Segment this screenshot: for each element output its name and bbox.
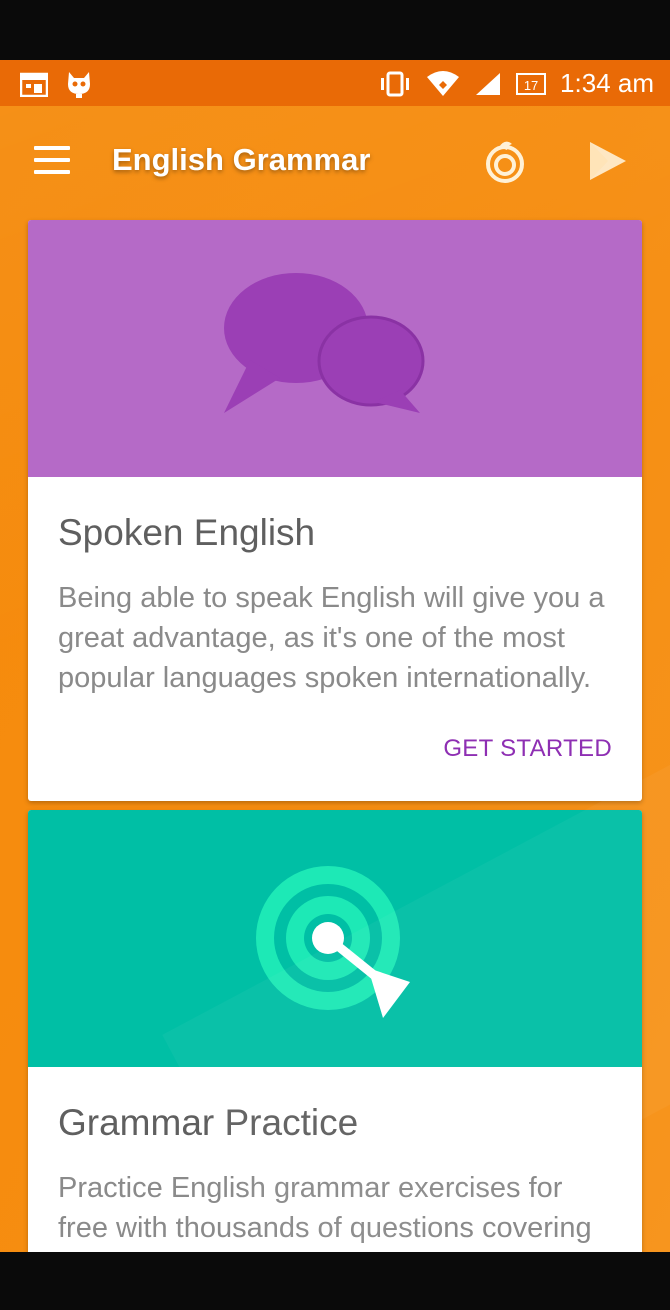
cat-icon <box>68 72 90 98</box>
card-title: Spoken English <box>58 512 316 553</box>
card-media-grammar-practice <box>28 810 642 1067</box>
menu-icon[interactable] <box>34 146 70 174</box>
card-description: Practice English grammar exercises for f… <box>58 1172 592 1244</box>
card-description: Being able to speak English will give yo… <box>58 582 605 694</box>
target-icon <box>256 866 410 1018</box>
status-bar: 17 1:34 am <box>0 60 670 106</box>
app-content: English Grammar Spoken English Being abl… <box>0 106 670 1252</box>
navigation-bar <box>0 1252 670 1310</box>
status-time: 1:34 am <box>560 68 654 98</box>
wifi-icon <box>427 70 460 96</box>
vibrate-icon <box>381 71 410 96</box>
top-system-bar <box>0 0 670 60</box>
calendar-icon <box>20 72 48 97</box>
battery-level: 17 <box>523 77 539 93</box>
signal-icon <box>476 72 501 95</box>
battery-icon: 17 <box>516 72 547 95</box>
fire-icon[interactable] <box>482 138 528 184</box>
chat-bubbles-icon <box>224 273 425 413</box>
page-title: English Grammar <box>112 142 371 177</box>
card-spoken-english[interactable]: Spoken English Being able to speak Engli… <box>28 220 642 801</box>
card-title: Grammar Practice <box>58 1102 359 1143</box>
play-icon[interactable] <box>584 138 630 184</box>
get-started-button[interactable]: GET STARTED <box>443 735 612 763</box>
card-media-spoken-english <box>28 220 642 477</box>
card-grammar-practice[interactable]: Grammar Practice Practice English gramma… <box>28 810 642 1252</box>
toolbar: English Grammar <box>0 106 670 216</box>
